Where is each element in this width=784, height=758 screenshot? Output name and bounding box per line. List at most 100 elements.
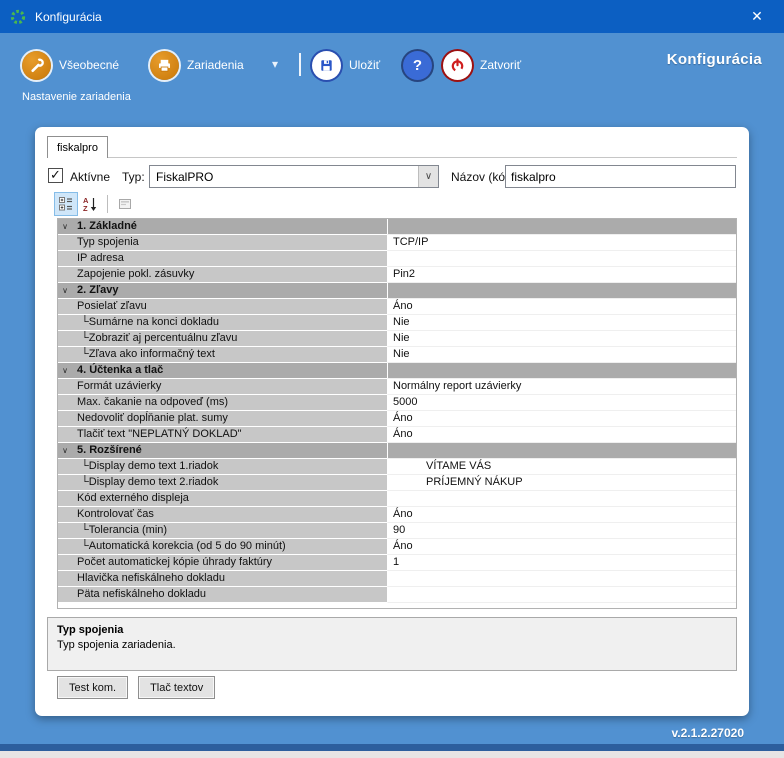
row-gutter <box>58 379 72 395</box>
action-buttons-row: Test kom. Tlač textov <box>57 676 215 699</box>
property-value[interactable]: 5000 <box>387 395 736 411</box>
category-chevron-icon[interactable]: ∨ <box>58 363 72 379</box>
grid-property-row[interactable]: Hlavička nefiskálneho dokladu <box>58 571 736 587</box>
property-value[interactable] <box>387 571 736 587</box>
property-value[interactable]: Áno <box>387 507 736 523</box>
grid-property-row[interactable]: Kontrolovať časÁno <box>58 507 736 523</box>
property-label: Počet automatickej kópie úhrady faktúry <box>72 555 387 571</box>
chevron-down-icon[interactable]: ∨ <box>418 166 438 187</box>
property-value[interactable]: TCP/IP <box>387 235 736 251</box>
category-chevron-icon[interactable]: ∨ <box>58 283 72 299</box>
grid-property-row[interactable]: Max. čakanie na odpoveď (ms)5000 <box>58 395 736 411</box>
property-label: Posielať zľavu <box>72 299 387 315</box>
property-label: └Automatická korekcia (od 5 do 90 minút) <box>72 539 387 555</box>
property-value[interactable] <box>387 587 736 603</box>
property-label: Zapojenie pokl. zásuvky <box>72 267 387 283</box>
grid-property-row[interactable]: Typ spojeniaTCP/IP <box>58 235 736 251</box>
property-label: └Display demo text 1.riadok <box>72 459 387 475</box>
property-label: Nedovoliť dopĺňanie plat. sumy <box>72 411 387 427</box>
grid-category-row[interactable]: ∨4. Účtenka a tlač <box>58 363 736 379</box>
general-label: Všeobecné <box>59 58 119 72</box>
version-label: v.2.1.2.27020 <box>671 726 744 740</box>
device-type-value: FiskalPRO <box>150 166 418 187</box>
grid-toolbar-separator <box>107 195 108 213</box>
grid-property-row[interactable]: Tlačiť text "NEPLATNÝ DOKLAD"Áno <box>58 427 736 443</box>
property-value[interactable] <box>387 251 736 267</box>
property-grid-toolbar: A Z <box>55 193 136 215</box>
svg-text:Z: Z <box>83 204 88 212</box>
property-label: IP adresa <box>72 251 387 267</box>
devices-label: Zariadenia <box>187 58 244 72</box>
device-name-input[interactable] <box>505 165 736 188</box>
property-value[interactable]: 1 <box>387 555 736 571</box>
property-value[interactable] <box>387 491 736 507</box>
grid-property-row[interactable]: Formát uzávierkyNormálny report uzávierk… <box>58 379 736 395</box>
row-gutter <box>58 571 72 587</box>
grid-property-row[interactable]: Päta nefiskálneho dokladu <box>58 587 736 603</box>
devices-dropdown-chevron-icon[interactable]: ▾ <box>272 57 278 71</box>
grid-property-row[interactable]: Nedovoliť dopĺňanie plat. sumyÁno <box>58 411 736 427</box>
close-app-button[interactable]: Zatvoriť <box>443 50 521 80</box>
toolbar-separator <box>299 53 301 76</box>
row-gutter <box>58 587 72 603</box>
close-app-label: Zatvoriť <box>480 58 521 72</box>
property-value[interactable]: VÍTAME VÁS <box>387 459 736 475</box>
property-value[interactable]: Nie <box>387 315 736 331</box>
grid-property-row[interactable]: └Tolerancia (min)90 <box>58 523 736 539</box>
help-button[interactable]: ? <box>403 50 432 80</box>
property-value[interactable]: Áno <box>387 299 736 315</box>
tabstrip-line <box>47 157 737 158</box>
grid-property-row[interactable]: Počet automatickej kópie úhrady faktúry1 <box>58 555 736 571</box>
save-button[interactable]: Uložiť <box>312 50 380 80</box>
category-chevron-icon[interactable]: ∨ <box>58 219 72 235</box>
app-icon <box>10 9 26 25</box>
property-value[interactable]: Áno <box>387 427 736 443</box>
tab-fiskalpro[interactable]: fiskalpro <box>47 136 108 158</box>
grid-property-row[interactable]: Kód externého displeja <box>58 491 736 507</box>
row-gutter <box>58 491 72 507</box>
property-value[interactable]: Pin2 <box>387 267 736 283</box>
grid-property-row[interactable]: └Automatická korekcia (od 5 do 90 minút)… <box>58 539 736 555</box>
floppy-save-icon <box>312 51 341 80</box>
alphabetical-sort-button[interactable]: A Z <box>79 193 101 215</box>
property-label: Päta nefiskálneho dokladu <box>72 587 387 603</box>
grid-property-row[interactable]: └Display demo text 1.riadokVÍTAME VÁS <box>58 459 736 475</box>
property-value[interactable]: Áno <box>387 539 736 555</box>
description-text: Typ spojenia zariadenia. <box>57 639 727 651</box>
category-label: 2. Zľavy <box>72 283 387 299</box>
grid-property-row[interactable]: └Display demo text 2.riadokPRÍJEMNÝ NÁKU… <box>58 475 736 491</box>
property-value[interactable]: Nie <box>387 331 736 347</box>
property-value[interactable]: 90 <box>387 523 736 539</box>
grid-property-row[interactable]: IP adresa <box>58 251 736 267</box>
property-value[interactable]: Normálny report uzávierky <box>387 379 736 395</box>
grid-property-row[interactable]: └Zobraziť aj percentuálnu zľavuNie <box>58 331 736 347</box>
category-label: 4. Účtenka a tlač <box>72 363 387 379</box>
property-label: Formát uzávierky <box>72 379 387 395</box>
property-value[interactable]: Nie <box>387 347 736 363</box>
property-value[interactable]: Áno <box>387 411 736 427</box>
property-label: └Display demo text 2.riadok <box>72 475 387 491</box>
description-title: Typ spojenia <box>57 624 727 636</box>
grid-category-row[interactable]: ∨5. Rozšírené <box>58 443 736 459</box>
device-type-select[interactable]: FiskalPRO ∨ <box>149 165 439 188</box>
general-button[interactable]: Všeobecné <box>22 50 119 80</box>
devices-button[interactable]: Zariadenia <box>150 50 244 80</box>
active-checkbox[interactable]: ✓ <box>48 168 63 183</box>
property-value[interactable]: PRÍJEMNÝ NÁKUP <box>387 475 736 491</box>
close-icon[interactable]: ✕ <box>740 8 774 25</box>
test-communication-button[interactable]: Test kom. <box>57 676 128 699</box>
type-label: Typ: <box>122 170 145 184</box>
grid-category-row[interactable]: ∨2. Zľavy <box>58 283 736 299</box>
row-gutter <box>58 475 72 491</box>
print-texts-button[interactable]: Tlač textov <box>138 676 215 699</box>
categorized-view-button[interactable] <box>55 193 77 215</box>
grid-property-row[interactable]: Posielať zľavuÁno <box>58 299 736 315</box>
category-fill <box>387 219 736 235</box>
grid-property-row[interactable]: Zapojenie pokl. zásuvkyPin2 <box>58 267 736 283</box>
grid-property-row[interactable]: └Sumárne na konci dokladuNie <box>58 315 736 331</box>
grid-property-row[interactable]: └Zľava ako informačný textNie <box>58 347 736 363</box>
checkmark-icon: ✓ <box>50 169 61 181</box>
printer-icon <box>150 51 179 80</box>
grid-category-row[interactable]: ∨1. Základné <box>58 219 736 235</box>
category-chevron-icon[interactable]: ∨ <box>58 443 72 459</box>
